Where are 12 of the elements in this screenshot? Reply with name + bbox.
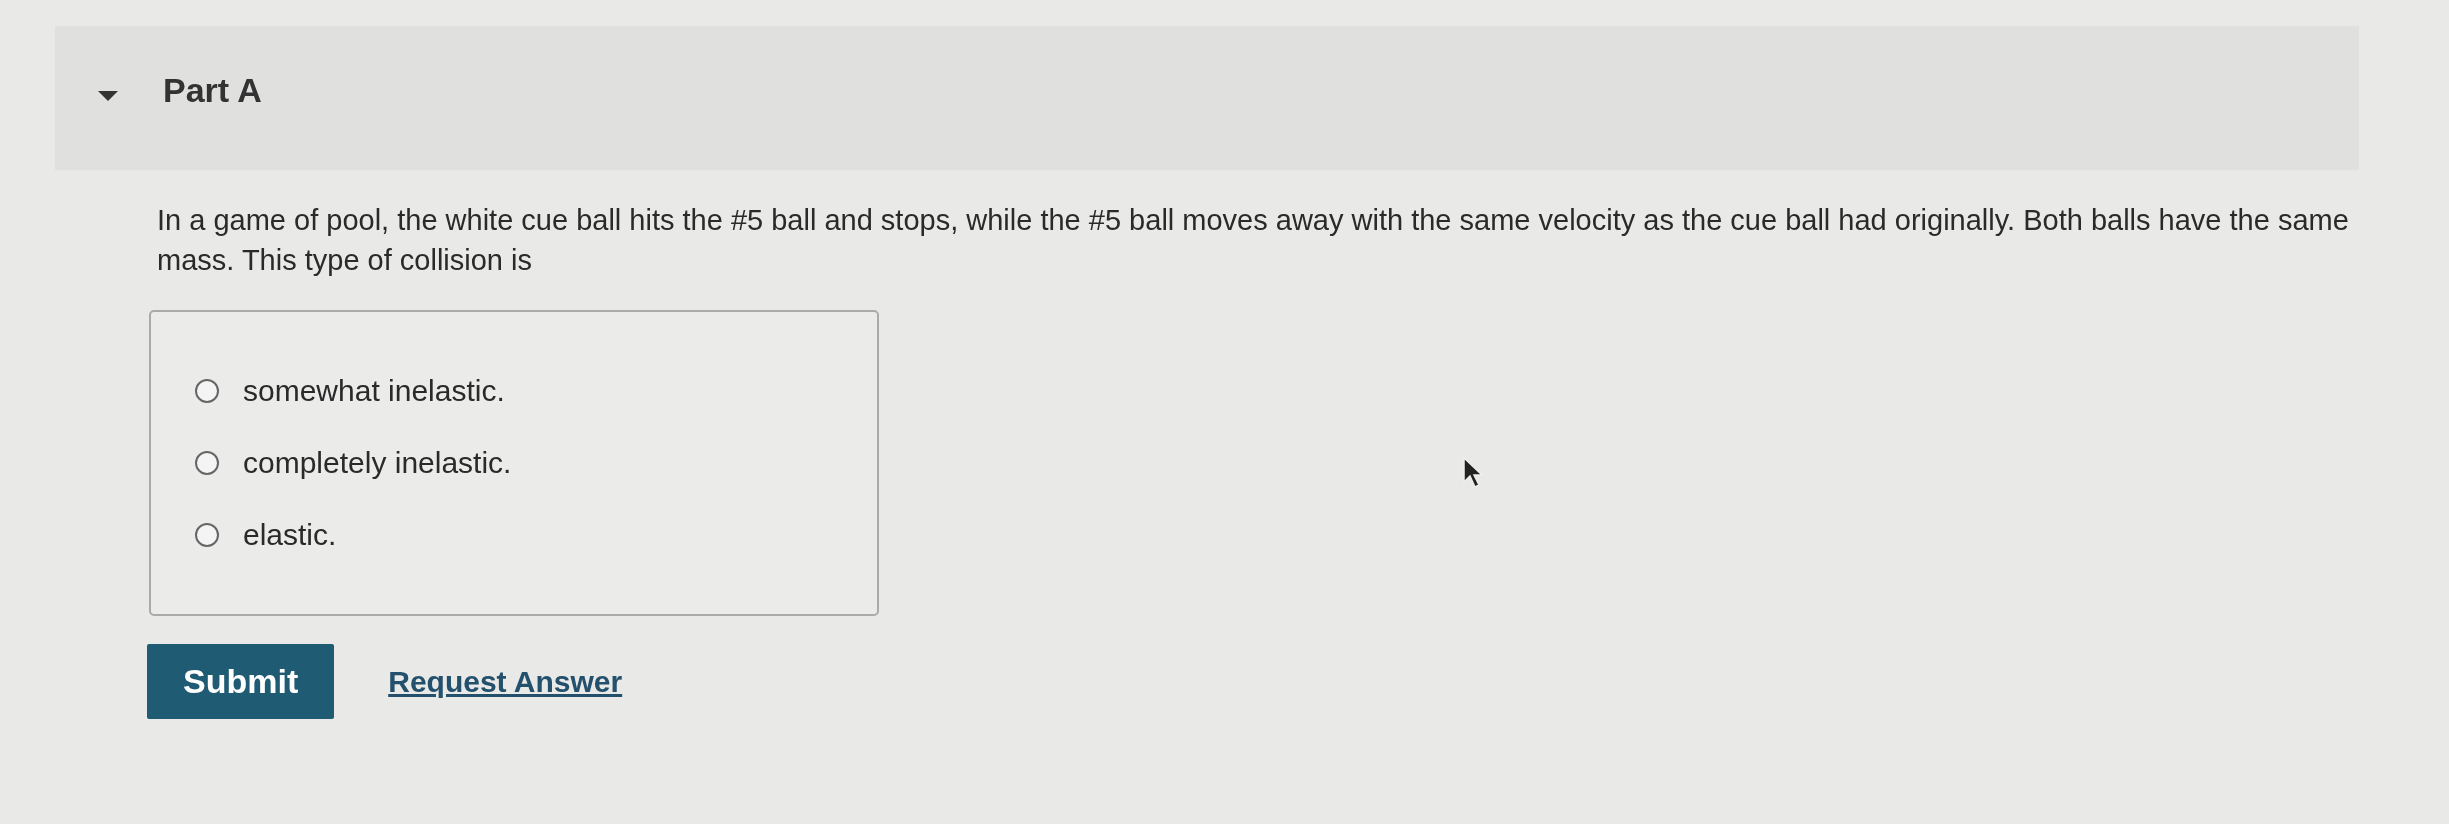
radio-button[interactable] [195, 451, 219, 475]
option-label[interactable]: completely inelastic. [243, 446, 512, 480]
caret-icon[interactable] [97, 89, 119, 103]
submit-button[interactable]: Submit [147, 644, 335, 719]
radio-button[interactable] [195, 523, 219, 547]
request-answer-link[interactable]: Request Answer [388, 664, 623, 699]
part-header[interactable]: Part A [55, 26, 2359, 170]
question-text: In a game of pool, the white cue ball hits the #5 ball and stops, while the #5 ball moves away with the same velocity as the cue ball had originally. Both balls have the same mass. This type of collision is [157, 203, 2350, 278]
option-label[interactable]: somewhat inelastic. [243, 374, 505, 408]
option-label[interactable]: elastic. [243, 518, 337, 552]
part-title: Part A [163, 70, 262, 110]
radio-button[interactable] [195, 379, 219, 403]
